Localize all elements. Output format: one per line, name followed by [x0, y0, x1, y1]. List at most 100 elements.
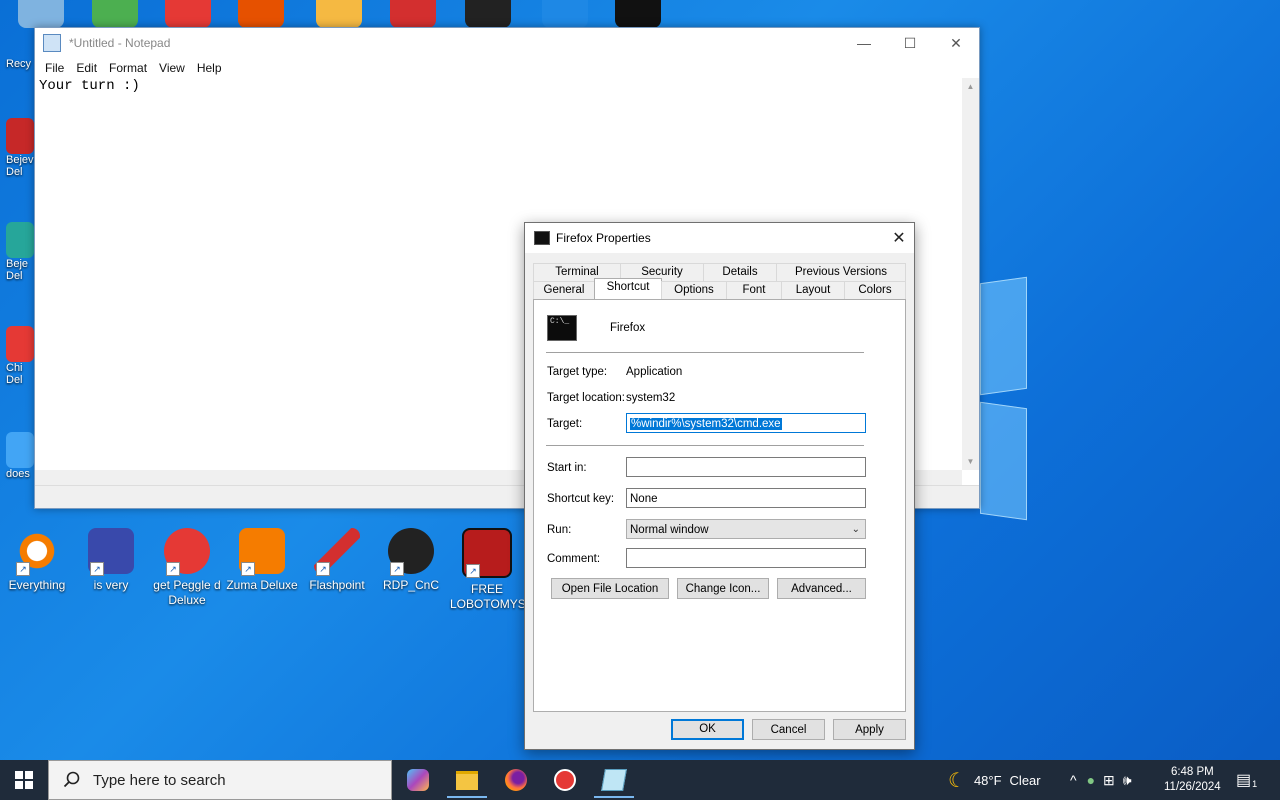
- desktop-icon-label: Everything: [8, 578, 66, 592]
- menu-format[interactable]: Format: [103, 58, 153, 78]
- desktop-icon-does[interactable]: does: [6, 432, 36, 480]
- tab-details[interactable]: Details: [703, 263, 777, 281]
- open-file-location-button[interactable]: Open File Location: [551, 578, 669, 599]
- desktop-icon-label: Recy: [6, 58, 32, 70]
- shortcut-cmd-icon: C:\_: [547, 315, 577, 341]
- scroll-down-icon[interactable]: ▼: [962, 453, 979, 470]
- properties-dialog[interactable]: Firefox Properties ✕ Terminal Security D…: [524, 222, 915, 750]
- run-select-value: Normal window: [630, 524, 709, 536]
- people-icon[interactable]: [92, 0, 138, 28]
- tab-strip: Terminal Security Details Previous Versi…: [533, 263, 906, 299]
- apply-button[interactable]: Apply: [833, 719, 906, 740]
- comment-field[interactable]: [626, 548, 866, 568]
- app-icon[interactable]: [542, 0, 588, 28]
- taskbar-search[interactable]: Type here to search: [48, 760, 392, 800]
- tab-font[interactable]: Font: [726, 281, 782, 299]
- desktop-icon-bejeweled[interactable]: Bejev Del: [6, 118, 36, 178]
- dialog-title: Firefox Properties: [556, 231, 651, 245]
- tab-options[interactable]: Options: [661, 281, 727, 299]
- target-location-label: Target location:: [547, 392, 625, 404]
- cmd-icon: [534, 231, 550, 245]
- desktop-icon-recycle[interactable]: Recy: [6, 58, 36, 70]
- desktop-icon-label: Chi Del: [6, 362, 23, 386]
- desktop-icon-isvery[interactable]: ↗ is very: [74, 528, 148, 593]
- shortcut-key-field[interactable]: None: [626, 488, 866, 508]
- flash-icon[interactable]: [390, 0, 436, 28]
- network-icon[interactable]: ⊞: [1103, 772, 1115, 789]
- desktop-icon-chuzzle[interactable]: Chi Del: [6, 326, 36, 386]
- desktop-icon-label: is very: [93, 578, 129, 592]
- run-select[interactable]: Normal window ⌄: [626, 519, 866, 539]
- change-icon-button[interactable]: Change Icon...: [677, 578, 769, 599]
- notepad-menubar: File Edit Format View Help: [35, 58, 979, 78]
- target-field[interactable]: %windir%\system32\cmd.exe: [626, 413, 866, 433]
- shortcut-pane: C:\_ Firefox Target type: Application Ta…: [533, 299, 906, 712]
- tab-general[interactable]: General: [533, 281, 595, 299]
- chrome-icon[interactable]: [165, 0, 211, 28]
- firefox-icon[interactable]: [496, 764, 536, 796]
- clock[interactable]: 6:48 PM 11/26/2024: [1164, 760, 1221, 800]
- app-icon[interactable]: [238, 0, 284, 28]
- clock-time: 6:48 PM: [1170, 766, 1214, 778]
- desktop-icon-label: Zuma Deluxe: [226, 578, 298, 592]
- vertical-scrollbar[interactable]: ▲ ▼: [962, 78, 979, 470]
- windows-icon: [15, 771, 33, 789]
- taskbar: Type here to search ☾ 48°F Clear ^ ● ⊞ 🕪…: [0, 760, 1280, 800]
- desktop-icon-label: get Peggle d Deluxe: [153, 578, 221, 607]
- desktop-icon-zuma[interactable]: ↗ Zuma Deluxe: [225, 528, 299, 593]
- weather-temp: 48°F: [973, 772, 1002, 788]
- desktop-icon-label: FREE LOBOTOMYS: [450, 582, 526, 611]
- dialog-titlebar[interactable]: Firefox Properties: [525, 223, 914, 253]
- app-taskbar-icon[interactable]: [545, 764, 585, 796]
- copilot-icon[interactable]: [398, 764, 438, 796]
- file-explorer-icon[interactable]: [447, 764, 487, 798]
- divider: [546, 445, 864, 446]
- menu-edit[interactable]: Edit: [70, 58, 103, 78]
- start-in-label: Start in:: [547, 462, 587, 474]
- desktop-icon-everything[interactable]: ↗ Everything: [0, 528, 74, 593]
- start-button[interactable]: [0, 760, 48, 800]
- desktop-icon-flashpoint[interactable]: ↗ Flashpoint: [300, 528, 374, 593]
- system-tray: ^ ● ⊞ 🕪: [1070, 760, 1132, 800]
- desktop-icon-label: Flashpoint: [309, 578, 365, 592]
- desktop-icon-rdp-cnc[interactable]: ↗ RDP_CnC: [374, 528, 448, 593]
- menu-file[interactable]: File: [39, 58, 70, 78]
- desktop-icon-peggle[interactable]: ↗ get Peggle d Deluxe: [150, 528, 224, 608]
- app-icon[interactable]: [465, 0, 511, 28]
- advanced-button[interactable]: Advanced...: [777, 578, 866, 599]
- notepad-titlebar[interactable]: *Untitled - Notepad: [35, 28, 979, 58]
- people-tray-icon[interactable]: ●: [1087, 772, 1095, 788]
- notification-center-button[interactable]: ▤ 1: [1236, 760, 1257, 800]
- recycle-bin-icon[interactable]: [18, 0, 64, 28]
- tab-previous-versions[interactable]: Previous Versions: [776, 263, 906, 281]
- clock-date: 11/26/2024: [1164, 781, 1221, 793]
- cancel-button[interactable]: Cancel: [752, 719, 825, 740]
- close-button[interactable]: ✕: [933, 28, 979, 58]
- moon-icon: ☾: [948, 769, 966, 792]
- desktop-icon-label: Beje Del: [6, 258, 29, 282]
- windows-logo-wallpaper: [970, 270, 1270, 530]
- shortcut-name: Firefox: [610, 322, 646, 334]
- notepad-taskbar-icon[interactable]: [594, 764, 634, 798]
- dialog-close-button[interactable]: ✕: [884, 223, 914, 253]
- maximize-button[interactable]: ☐: [887, 28, 933, 58]
- ok-button[interactable]: OK: [671, 719, 744, 740]
- menu-view[interactable]: View: [153, 58, 191, 78]
- tab-shortcut[interactable]: Shortcut: [594, 278, 662, 299]
- tab-colors[interactable]: Colors: [844, 281, 906, 299]
- tab-layout[interactable]: Layout: [781, 281, 845, 299]
- run-label: Run:: [547, 524, 572, 536]
- minimize-button[interactable]: ―: [841, 28, 887, 58]
- volume-icon[interactable]: 🕪: [1123, 772, 1132, 789]
- scroll-up-icon[interactable]: ▲: [962, 78, 979, 95]
- comment-label: Comment:: [547, 553, 601, 565]
- app-icon[interactable]: [615, 0, 661, 28]
- menu-help[interactable]: Help: [191, 58, 228, 78]
- weather-widget[interactable]: ☾ 48°F Clear: [948, 760, 1041, 800]
- desktop-icon-free-lobotomys[interactable]: ↗ FREE LOBOTOMYS: [450, 528, 526, 612]
- chevron-up-icon[interactable]: ^: [1070, 772, 1077, 788]
- app-icon[interactable]: [316, 0, 362, 28]
- desktop-icon-bejeweled2[interactable]: Beje Del: [6, 222, 36, 282]
- notepad-title: *Untitled - Notepad: [69, 36, 171, 50]
- start-in-field[interactable]: [626, 457, 866, 477]
